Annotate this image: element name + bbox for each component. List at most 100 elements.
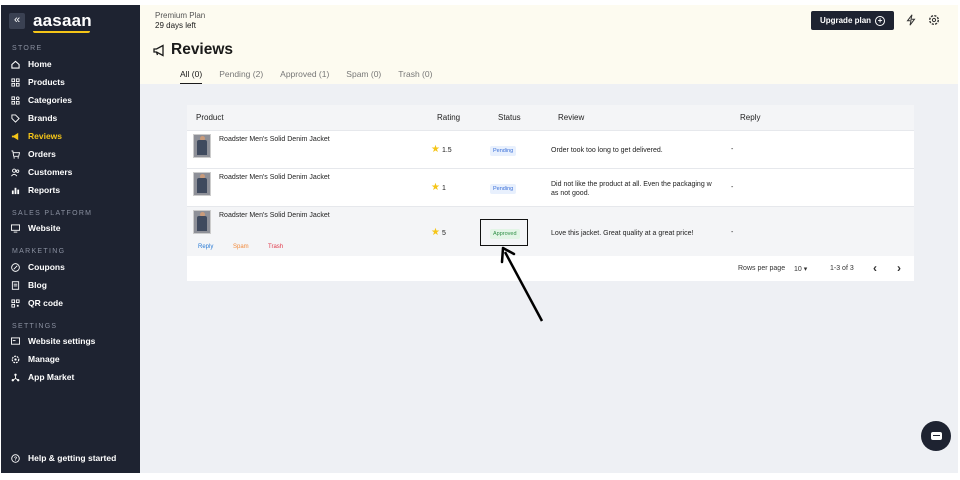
sidebar-item-label: Coupons: [28, 262, 65, 272]
sidebar-item-label: Blog: [28, 280, 47, 290]
sidebar-item-website[interactable]: Website: [11, 221, 60, 235]
rating: ★ 5: [431, 228, 446, 238]
sidebar-item-reviews[interactable]: Reviews: [11, 129, 62, 143]
sidebar-item-label: QR code: [28, 298, 63, 308]
sidebar-item-qr-code[interactable]: QR code: [11, 296, 63, 310]
product-thumbnail: [193, 134, 211, 158]
sidebar-item-label: Reviews: [28, 131, 63, 141]
megaphone-icon: [11, 132, 19, 140]
logo-row: « aasaan: [9, 11, 92, 33]
product-name: Roadster Men's Solid Denim Jacket: [219, 174, 330, 181]
sidebar-item-manage[interactable]: Manage: [11, 352, 60, 366]
section-marketing: MARKETING: [12, 248, 66, 255]
percent-icon: [11, 262, 20, 272]
document-icon: [11, 280, 20, 290]
tab-pending[interactable]: Pending (2): [219, 69, 263, 85]
reply-link[interactable]: Reply: [198, 244, 213, 250]
tab-approved[interactable]: Approved (1): [280, 69, 329, 85]
review-line: Did not like the product at all. Even th…: [551, 181, 712, 188]
gear-icon[interactable]: [928, 14, 940, 26]
reply-value: -: [731, 229, 734, 236]
page-title: Reviews: [171, 41, 234, 58]
svg-text:?: ?: [14, 456, 17, 462]
rating-value: 5: [441, 229, 446, 237]
table-row[interactable]: Roadster Men's Solid Denim Jacket ★ 1 Pen…: [187, 168, 914, 206]
table-pagination: Rows per page 10 ▾ 1-3 of 3 ‹ ›: [187, 256, 914, 281]
categories-icon: [11, 95, 20, 105]
chevron-left-icon[interactable]: ‹: [873, 261, 877, 275]
review-text: Did not like the product at all. Even th…: [551, 180, 727, 198]
rows-per-page-select[interactable]: 10 ▾: [794, 265, 807, 273]
star-icon: ★: [431, 227, 440, 238]
review-line: as not good.: [551, 190, 590, 197]
tab-spam[interactable]: Spam (0): [346, 69, 381, 85]
chat-button[interactable]: [921, 421, 951, 451]
star-icon: ★: [431, 182, 440, 193]
sidebar-item-products[interactable]: Products: [11, 75, 65, 89]
sidebar-item-orders[interactable]: Orders: [11, 147, 56, 161]
sidebar-item-home[interactable]: Home: [11, 57, 52, 71]
trash-link[interactable]: Trash: [268, 244, 283, 250]
sidebar-item-label: App Market: [28, 372, 75, 382]
qr-code-icon: [11, 298, 20, 308]
tab-all[interactable]: All (0): [180, 69, 203, 85]
upgrade-plan-label: Upgrade plan: [819, 16, 872, 25]
sidebar-item-categories[interactable]: Categories: [11, 93, 72, 107]
cart-icon: [11, 149, 20, 159]
reply-value: -: [731, 184, 734, 191]
rating: ★ 1: [431, 183, 446, 193]
sidebar-item-label: Manage: [28, 354, 60, 364]
sidebar-item-customers[interactable]: Customers: [11, 165, 72, 179]
plan-days-left: 29 days left: [155, 21, 196, 30]
chevron-right-icon[interactable]: ›: [897, 261, 901, 275]
sidebar-item-label: Help & getting started: [28, 453, 117, 463]
sidebar-item-brands[interactable]: Brands: [11, 111, 57, 125]
sidebar-item-label: Customers: [28, 167, 73, 177]
website-settings-icon: [11, 336, 20, 345]
logo-underline: [33, 31, 90, 33]
sidebar-item-label: Home: [28, 59, 52, 69]
rows-per-page-label: Rows per page: [738, 265, 786, 272]
spam-link[interactable]: Spam: [233, 244, 249, 250]
sidebar-item-website-settings[interactable]: Website settings: [11, 334, 95, 348]
upgrade-plan-button[interactable]: Upgrade plan +: [811, 11, 894, 30]
sidebar-item-app-market[interactable]: App Market: [11, 370, 74, 384]
sidebar-item-label: Website: [28, 223, 61, 233]
products-icon: [11, 77, 20, 87]
sidebar-item-reports[interactable]: Reports: [11, 183, 60, 197]
product-thumbnail: [193, 172, 211, 196]
product-thumbnail: [193, 210, 211, 234]
sidebar-item-label: Reports: [28, 185, 61, 195]
page-title-row: Reviews: [153, 41, 233, 59]
table-header: Product Rating Status Review Reply: [187, 105, 914, 130]
sidebar-item-label: Orders: [28, 149, 56, 159]
table-row[interactable]: Roadster Men's Solid Denim Jacket ★ 5 App…: [187, 206, 914, 256]
main-content: Product Rating Status Review Reply Roads…: [140, 84, 958, 473]
section-settings: SETTINGS: [12, 323, 58, 330]
monitor-icon: [11, 223, 20, 233]
sidebar-item-help[interactable]: ? Help & getting started: [11, 451, 116, 465]
header-review: Review: [558, 113, 585, 122]
header-reply: Reply: [740, 113, 761, 122]
annotation-arrow-icon: [500, 246, 544, 322]
status-badge: Pending: [490, 146, 517, 156]
section-store: STORE: [12, 45, 43, 52]
review-text: Order took too long to get delivered.: [551, 146, 727, 155]
rating: ★ 1.5: [431, 145, 452, 155]
tab-trash[interactable]: Trash (0): [398, 69, 432, 85]
rating-value: 1: [441, 184, 446, 192]
brand-logo[interactable]: aasaan: [33, 11, 92, 33]
section-sales-platform: SALES PLATFORM: [12, 210, 93, 217]
sidebar-item-blog[interactable]: Blog: [11, 278, 47, 292]
caret-down-icon: ▾: [803, 266, 808, 273]
page-range: 1-3 of 3: [830, 265, 854, 272]
plan-name: Premium Plan: [155, 11, 206, 20]
megaphone-icon: [153, 43, 164, 57]
double-chevron-left-icon[interactable]: «: [9, 13, 25, 29]
sidebar-item-coupons[interactable]: Coupons: [11, 260, 65, 274]
tag-icon: [11, 113, 20, 123]
sidebar-item-label: Website settings: [28, 336, 96, 346]
table-row[interactable]: Roadster Men's Solid Denim Jacket ★ 1.5 P…: [187, 130, 914, 168]
top-bar: Premium Plan 29 days left Upgrade plan +…: [140, 5, 958, 85]
lightning-icon[interactable]: [905, 14, 917, 26]
